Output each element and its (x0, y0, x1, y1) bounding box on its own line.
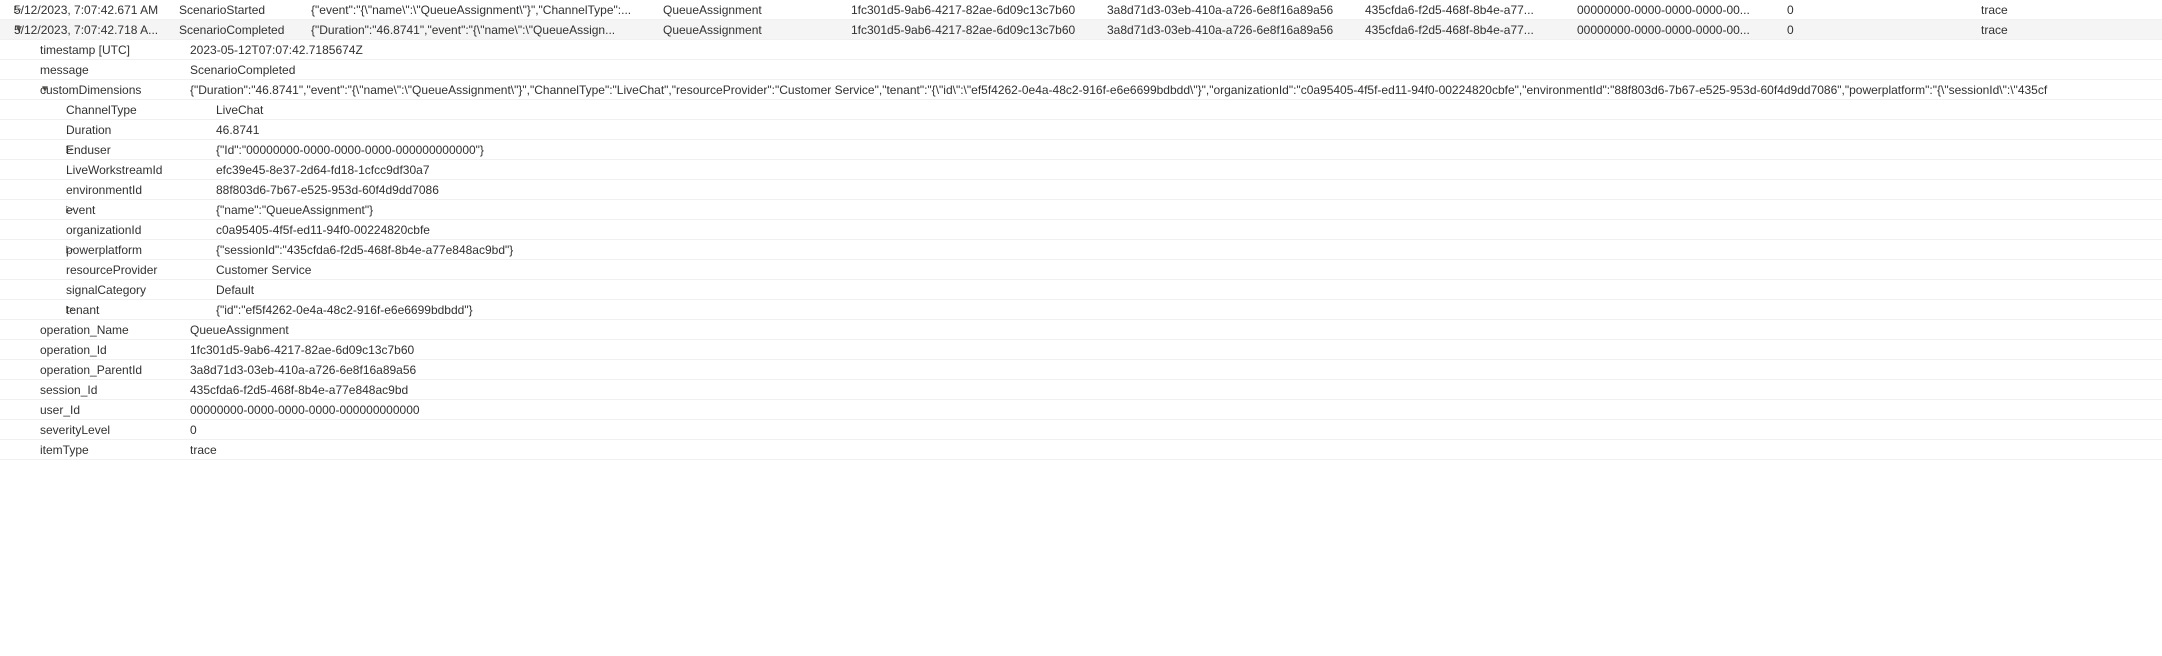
log-table: ▷ 5/12/2023, 7:07:42.671 AM ScenarioStar… (0, 0, 2162, 460)
detail-key: ChannelType (66, 101, 216, 119)
detail-key: customDimensions (40, 81, 190, 99)
detail-value: {"Id":"00000000-0000-0000-0000-000000000… (216, 141, 2162, 159)
detail-value: 88f803d6-7b67-e525-953d-60f4d9dd7086 (216, 181, 2162, 199)
cell-severity: 0 (1787, 21, 1981, 39)
cell-session-id: 435cfda6-f2d5-468f-8b4e-a77... (1365, 21, 1577, 39)
detail-value: efc39e45-8e37-2d64-fd18-1cfcc9df30a7 (216, 161, 2162, 179)
detail-key: itemType (40, 441, 190, 459)
detail-value: trace (190, 441, 2162, 459)
cell-user-id: 00000000-0000-0000-0000-00... (1577, 21, 1787, 39)
detail-operation-parent-id[interactable]: operation_ParentId 3a8d71d3-03eb-410a-a7… (0, 360, 2162, 380)
detail-value: 435cfda6-f2d5-468f-8b4e-a77e848ac9bd (190, 381, 2162, 399)
detail-value: 3a8d71d3-03eb-410a-a726-6e8f16a89a56 (190, 361, 2162, 379)
detail-key: timestamp [UTC] (40, 41, 190, 59)
detail-user-id[interactable]: user_Id 00000000-0000-0000-0000-00000000… (0, 400, 2162, 420)
table-row[interactable]: ▷ 5/12/2023, 7:07:42.671 AM ScenarioStar… (0, 0, 2162, 20)
detail-value: {"sessionId":"435cfda6-f2d5-468f-8b4e-a7… (216, 241, 2162, 259)
cell-operation-id: 1fc301d5-9ab6-4217-82ae-6d09c13c7b60 (851, 1, 1107, 19)
detail-key: Enduser (66, 141, 216, 159)
collapse-icon[interactable]: ▼ (0, 24, 14, 35)
cell-timestamp: 5/12/2023, 7:07:42.671 AM (14, 1, 179, 19)
detail-value: 0 (190, 421, 2162, 439)
cd-environment-id[interactable]: environmentId 88f803d6-7b67-e525-953d-60… (0, 180, 2162, 200)
detail-key: message (40, 61, 190, 79)
detail-key: event (66, 201, 216, 219)
detail-key: LiveWorkstreamId (66, 161, 216, 179)
detail-key: signalCategory (66, 281, 216, 299)
detail-value: {"Duration":"46.8741","event":"{\"name\"… (190, 81, 2162, 99)
detail-custom-dimensions[interactable]: ▼ customDimensions {"Duration":"46.8741"… (0, 80, 2162, 100)
detail-value: ScenarioCompleted (190, 61, 2162, 79)
cell-item-type: trace (1981, 1, 2162, 19)
cd-liveworkstream-id[interactable]: LiveWorkstreamId efc39e45-8e37-2d64-fd18… (0, 160, 2162, 180)
cell-parent-id: 3a8d71d3-03eb-410a-a726-6e8f16a89a56 (1107, 1, 1365, 19)
cd-powerplatform[interactable]: ▷ powerplatform {"sessionId":"435cfda6-f… (0, 240, 2162, 260)
expand-icon[interactable]: ▷ (0, 244, 66, 255)
detail-key: operation_Id (40, 341, 190, 359)
detail-value: Customer Service (216, 261, 2162, 279)
detail-operation-name[interactable]: operation_Name QueueAssignment (0, 320, 2162, 340)
cd-enduser[interactable]: ▷ Enduser {"Id":"00000000-0000-0000-0000… (0, 140, 2162, 160)
cell-user-id: 00000000-0000-0000-0000-00... (1577, 1, 1787, 19)
detail-value: {"name":"QueueAssignment"} (216, 201, 2162, 219)
detail-key: tenant (66, 301, 216, 319)
detail-key: powerplatform (66, 241, 216, 259)
detail-value: 1fc301d5-9ab6-4217-82ae-6d09c13c7b60 (190, 341, 2162, 359)
expand-icon[interactable]: ▷ (0, 204, 66, 215)
cell-parent-id: 3a8d71d3-03eb-410a-a726-6e8f16a89a56 (1107, 21, 1365, 39)
cd-duration[interactable]: Duration 46.8741 (0, 120, 2162, 140)
expand-icon[interactable]: ▷ (0, 144, 66, 155)
cell-operation-id: 1fc301d5-9ab6-4217-82ae-6d09c13c7b60 (851, 21, 1107, 39)
cd-tenant[interactable]: ▷ tenant {"id":"ef5f4262-0e4a-48c2-916f-… (0, 300, 2162, 320)
expand-icon[interactable]: ▷ (0, 304, 66, 315)
cell-operation-name: QueueAssignment (663, 21, 851, 39)
cd-channel-type[interactable]: ChannelType LiveChat (0, 100, 2162, 120)
detail-key: resourceProvider (66, 261, 216, 279)
detail-value: {"id":"ef5f4262-0e4a-48c2-916f-e6e6699bd… (216, 301, 2162, 319)
cell-operation-name: QueueAssignment (663, 1, 851, 19)
cell-dimensions: {"event":"{\"name\":\"QueueAssignment\"}… (311, 1, 663, 19)
detail-value: Default (216, 281, 2162, 299)
cell-item-type: trace (1981, 21, 2162, 39)
cell-dimensions: {"Duration":"46.8741","event":"{\"name\"… (311, 21, 663, 39)
cell-severity: 0 (1787, 1, 1981, 19)
cd-event[interactable]: ▷ event {"name":"QueueAssignment"} (0, 200, 2162, 220)
detail-key: Duration (66, 121, 216, 139)
cell-message: ScenarioStarted (179, 1, 311, 19)
detail-key: operation_Name (40, 321, 190, 339)
detail-key: user_Id (40, 401, 190, 419)
cd-resource-provider[interactable]: resourceProvider Customer Service (0, 260, 2162, 280)
detail-key: session_Id (40, 381, 190, 399)
detail-key: operation_ParentId (40, 361, 190, 379)
expand-icon[interactable]: ▷ (0, 4, 14, 15)
table-row[interactable]: ▼ 5/12/2023, 7:07:42.718 A... ScenarioCo… (0, 20, 2162, 40)
cd-organization-id[interactable]: organizationId c0a95405-4f5f-ed11-94f0-0… (0, 220, 2162, 240)
detail-item-type[interactable]: itemType trace (0, 440, 2162, 460)
cell-session-id: 435cfda6-f2d5-468f-8b4e-a77... (1365, 1, 1577, 19)
cd-signal-category[interactable]: signalCategory Default (0, 280, 2162, 300)
detail-timestamp[interactable]: timestamp [UTC] 2023-05-12T07:07:42.7185… (0, 40, 2162, 60)
detail-key: environmentId (66, 181, 216, 199)
detail-session-id[interactable]: session_Id 435cfda6-f2d5-468f-8b4e-a77e8… (0, 380, 2162, 400)
detail-message[interactable]: message ScenarioCompleted (0, 60, 2162, 80)
cell-timestamp: 5/12/2023, 7:07:42.718 A... (14, 21, 179, 39)
detail-key: severityLevel (40, 421, 190, 439)
cell-message: ScenarioCompleted (179, 21, 311, 39)
detail-value: c0a95405-4f5f-ed11-94f0-00224820cbfe (216, 221, 2162, 239)
detail-operation-id[interactable]: operation_Id 1fc301d5-9ab6-4217-82ae-6d0… (0, 340, 2162, 360)
detail-value: 00000000-0000-0000-0000-000000000000 (190, 401, 2162, 419)
collapse-icon[interactable]: ▼ (0, 84, 40, 95)
detail-value: QueueAssignment (190, 321, 2162, 339)
detail-value: LiveChat (216, 101, 2162, 119)
detail-value: 46.8741 (216, 121, 2162, 139)
detail-severity-level[interactable]: severityLevel 0 (0, 420, 2162, 440)
detail-key: organizationId (66, 221, 216, 239)
detail-value: 2023-05-12T07:07:42.7185674Z (190, 41, 2162, 59)
